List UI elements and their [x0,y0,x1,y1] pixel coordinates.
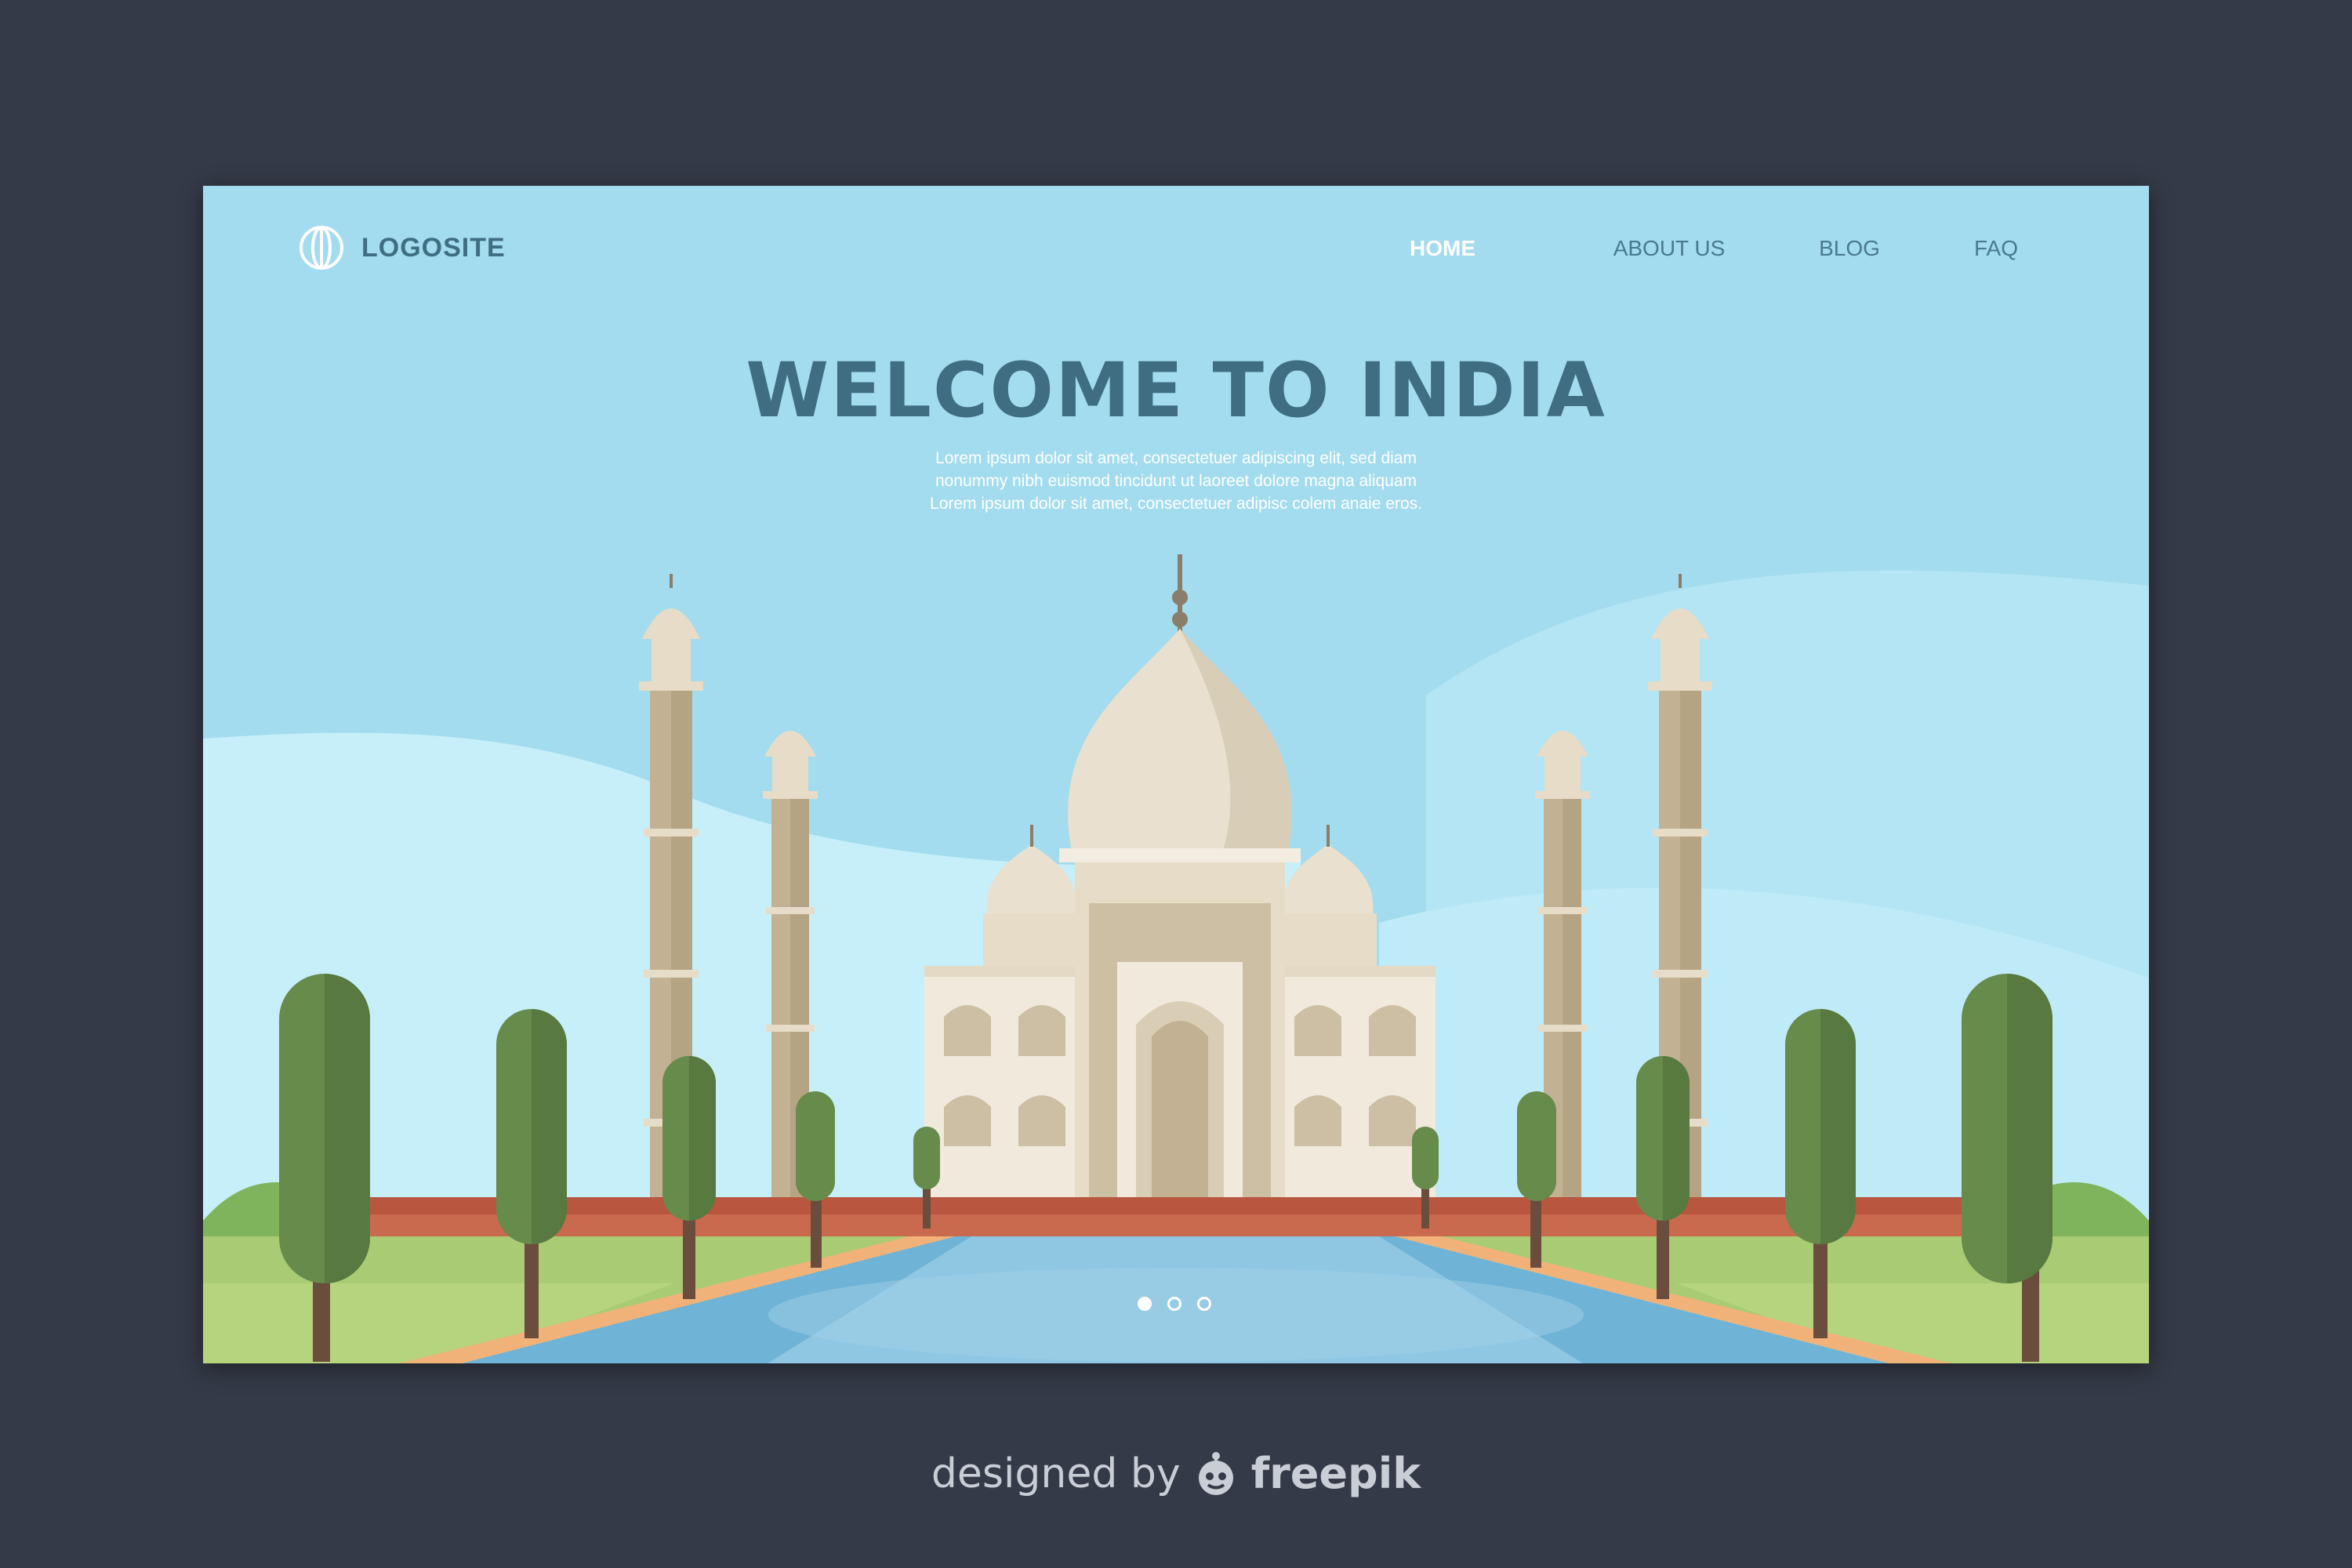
nav-about-us[interactable]: ABOUT US [1613,236,1726,261]
landing-page: LOGOSITE HOME ABOUT US BLOG FAQ WELCOME … [203,186,2149,1363]
nav-blog[interactable]: BLOG [1819,236,1880,261]
freepik-mascot-icon [1198,1451,1233,1495]
nav-home[interactable]: HOME [1410,236,1475,261]
credit-brand[interactable]: freepik [1251,1449,1421,1498]
credit-prefix: designed by [931,1450,1181,1497]
main-nav: HOME ABOUT US BLOG FAQ [203,236,2149,267]
designer-credit: designed by freepik [0,1449,2352,1498]
hero-subtitle: Lorem ipsum dolor sit amet, consectetuer… [203,447,2149,515]
slider-dot-2[interactable] [1167,1297,1181,1311]
hero-subtitle-line: Lorem ipsum dolor sit amet, consectetuer… [935,449,1417,467]
slider-dots [1138,1297,1211,1311]
hero-subtitle-line: Lorem ipsum dolor sit amet, consectetuer… [930,495,1422,513]
slider-dot-1[interactable] [1138,1297,1152,1311]
nav-faq[interactable]: FAQ [1974,236,2018,261]
slider-dot-3[interactable] [1197,1297,1211,1311]
hero-title: WELCOME TO INDIA [746,347,1606,434]
hero-subtitle-line: nonummy nibh euismod tincidunt ut laoree… [935,472,1417,490]
